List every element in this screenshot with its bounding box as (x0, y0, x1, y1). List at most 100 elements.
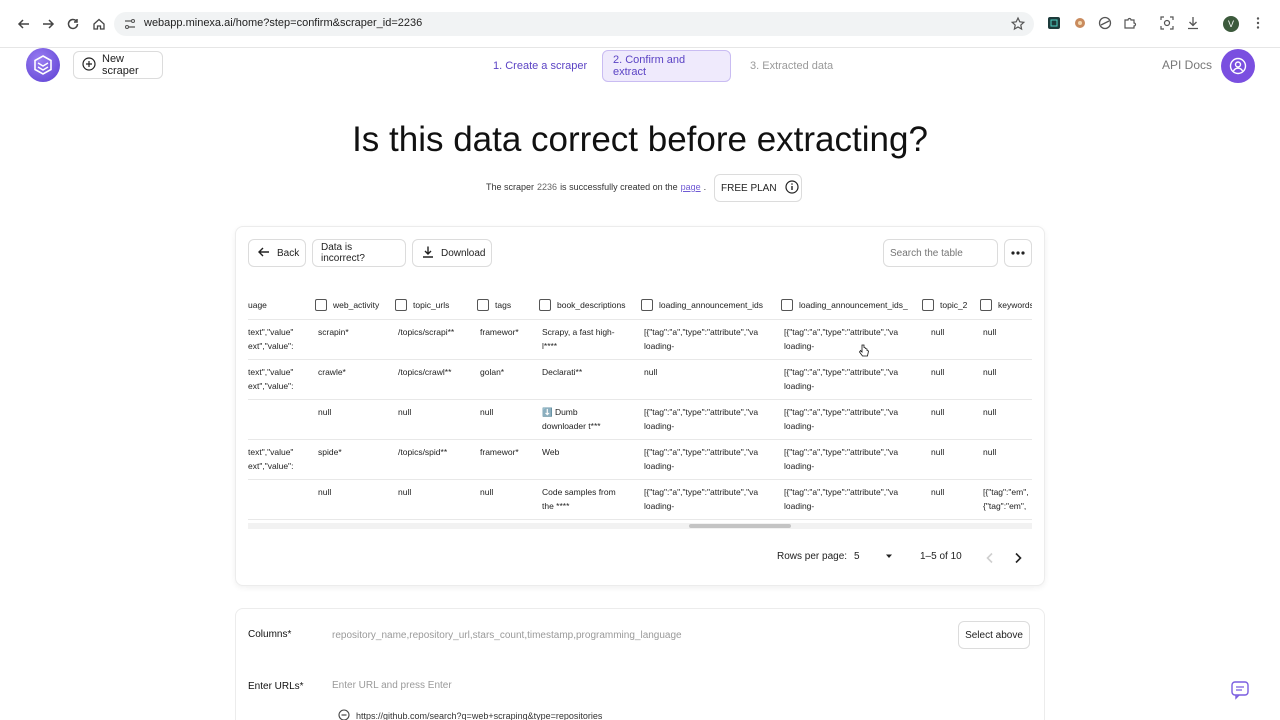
column-header[interactable]: keywords (980, 291, 1032, 319)
column-checkbox[interactable] (922, 299, 934, 311)
column-checkbox[interactable] (395, 299, 407, 311)
column-header[interactable]: book_descriptions (539, 291, 626, 319)
scrollbar-thumb[interactable] (689, 524, 791, 528)
table-cell: Scrapy, a fast high- l**** (542, 327, 615, 351)
columns-input[interactable]: repository_name,repository_url,stars_cou… (332, 630, 682, 641)
more-options-icon[interactable] (1004, 239, 1032, 267)
rows-per-page-label: Rows per page: (777, 551, 848, 562)
info-icon[interactable] (784, 179, 799, 197)
browser-profile-avatar[interactable]: V (1223, 16, 1239, 32)
table-cell: null (931, 487, 945, 497)
site-settings-icon[interactable] (122, 16, 138, 32)
api-docs-link[interactable]: API Docs (1162, 58, 1212, 72)
free-plan-badge[interactable]: FREE PLAN (714, 174, 802, 202)
column-checkbox[interactable] (477, 299, 489, 311)
download-icon (421, 245, 435, 262)
table-cell: null (318, 487, 332, 497)
column-header[interactable]: tags (477, 291, 511, 319)
table-row[interactable]: null null null Code samples from the **** [{… (248, 479, 1032, 519)
url-text[interactable]: webapp.minexa.ai/home?step=confirm&scrap… (144, 17, 422, 29)
step-extracted-data[interactable]: 3. Extracted data (740, 50, 843, 82)
extract-form: Columns* repository_name,repository_url,… (235, 608, 1045, 720)
rows-per-page-select[interactable]: 5 (854, 551, 892, 562)
table-cell: ⬇️ Dumb downloader t*** (542, 407, 601, 431)
column-header[interactable]: topic_urls (395, 291, 449, 319)
table-cell: scrapin* (318, 327, 349, 337)
download-icon[interactable] (1186, 16, 1202, 32)
table-row[interactable]: text","value" ext","value": scrapin* /topi… (248, 319, 1032, 359)
column-checkbox[interactable] (641, 299, 653, 311)
next-page-icon[interactable] (1013, 551, 1023, 569)
step-confirm-extract[interactable]: 2. Confirm and extract (602, 50, 731, 82)
download-button[interactable]: Download (412, 239, 492, 267)
select-above-button[interactable]: Select above (958, 621, 1030, 649)
table-row[interactable]: text","value" ext","value": crawle* /topic… (248, 359, 1032, 399)
table-cell: null (398, 487, 412, 497)
column-header[interactable]: web_activity (315, 291, 379, 319)
table-row[interactable]: text","value" ext","value": spide* /topics… (248, 439, 1032, 479)
caret-down-icon (885, 552, 893, 563)
table-cell: null (983, 327, 997, 337)
column-header-label: loading_announcement_ids_ (799, 300, 908, 310)
column-checkbox[interactable] (980, 299, 992, 311)
table-cell: text","value" ext","value": (248, 327, 294, 351)
user-avatar[interactable] (1221, 49, 1255, 83)
scraper-id: 2236 (537, 182, 558, 192)
column-checkbox[interactable] (539, 299, 551, 311)
minexa-logo[interactable] (26, 48, 60, 82)
status-end: . (703, 182, 707, 192)
extension-grid-icon[interactable] (1047, 16, 1063, 32)
home-icon[interactable] (89, 14, 109, 34)
table-cell: null (983, 407, 997, 417)
rows-per-page-value: 5 (854, 551, 860, 562)
table-cell: Web (542, 447, 560, 457)
back-label: Back (277, 247, 300, 259)
column-header[interactable]: topic_2 (922, 291, 967, 319)
status-middle: is successfully created on the (560, 182, 678, 192)
url-item-text: https://github.com/search?q=web+scraping… (356, 711, 603, 720)
reload-icon[interactable] (63, 14, 83, 34)
step-create-scraper[interactable]: 1. Create a scraper (483, 50, 597, 82)
remove-url-icon[interactable] (338, 709, 350, 720)
incorrect-label: Data is incorrect? (321, 242, 365, 264)
horizontal-scrollbar[interactable] (248, 523, 1032, 529)
back-arrow-icon[interactable] (14, 14, 34, 34)
prev-page-icon[interactable] (985, 551, 995, 569)
column-header[interactable]: loading_announcement_ids (641, 291, 763, 319)
table-cell: framewor* (480, 327, 519, 337)
url-input[interactable]: Enter URL and press Enter (332, 680, 452, 691)
url-list-item: https://github.com/search?q=web+scraping… (338, 709, 602, 720)
column-header[interactable]: uage (248, 291, 267, 319)
table-cell: null (480, 407, 494, 417)
extension-circle-icon[interactable] (1098, 16, 1114, 32)
table-cell: Code samples from the **** (542, 487, 616, 511)
column-header-label: tags (495, 300, 512, 310)
table-row[interactable]: null null null ⬇️ Dumb downloader t*** [{"ta… (248, 399, 1032, 439)
browser-toolbar: webapp.minexa.ai/home?step=confirm&scrap… (0, 0, 1280, 48)
chat-feedback-icon[interactable] (1230, 680, 1250, 700)
column-header[interactable]: loading_announcement_ids_ (781, 291, 909, 319)
table-cell: crawle* (318, 367, 346, 377)
columns-label: Columns* (248, 629, 292, 640)
new-scraper-button[interactable]: New scraper (73, 51, 163, 79)
forward-arrow-icon[interactable] (38, 14, 58, 34)
bookmark-star-icon[interactable] (1010, 16, 1026, 32)
extension-flower-icon[interactable] (1073, 16, 1089, 32)
browser-menu-icon[interactable] (1251, 16, 1267, 32)
back-button[interactable]: Back (248, 239, 306, 267)
mouse-cursor-icon (858, 344, 870, 358)
data-incorrect-button[interactable]: Data is incorrect? (312, 239, 406, 267)
column-header-label: uage (248, 300, 267, 310)
extensions-puzzle-icon[interactable] (1123, 16, 1139, 32)
table-cell: /topics/spid** (398, 447, 448, 457)
search-table-input[interactable] (883, 239, 998, 267)
table-cell: [{"tag":"a","type":"attribute","va loadi… (784, 327, 899, 351)
table-cell: text","value" ext","value": (248, 367, 294, 391)
address-bar[interactable]: webapp.minexa.ai/home?step=confirm&scrap… (114, 12, 1034, 36)
column-checkbox[interactable] (315, 299, 327, 311)
column-checkbox[interactable] (781, 299, 793, 311)
table-cell: [{"tag":"a","type":"attribute","va loadi… (784, 367, 899, 391)
page-link[interactable]: page (681, 182, 701, 192)
screenshot-lens-icon[interactable] (1160, 16, 1176, 32)
table-cell: [{"tag":"em", {"tag":"em", (983, 487, 1029, 511)
